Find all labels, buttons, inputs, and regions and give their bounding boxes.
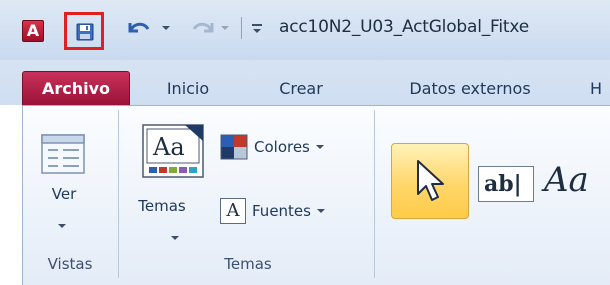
temas-dropdown-icon[interactable]	[171, 236, 179, 240]
select-control-button[interactable]	[391, 143, 469, 219]
save-icon	[76, 23, 94, 41]
redo-icon[interactable]	[190, 17, 218, 41]
fuentes-dropdown-icon	[316, 209, 325, 213]
colors-icon	[220, 134, 248, 160]
fuentes-label: Fuentes	[252, 202, 311, 220]
themes-icon[interactable]: Aa	[141, 123, 207, 179]
qat-separator	[241, 17, 242, 39]
ribbon-tabs: Archivo Inicio Crear Datos externos H	[0, 60, 610, 105]
textbox-control-button[interactable]: ab|	[478, 166, 534, 202]
ver-dropdown-icon[interactable]	[58, 224, 66, 228]
tab-next-truncated[interactable]: H	[590, 74, 610, 104]
view-icon[interactable]	[39, 132, 87, 176]
document-title: acc10N2_U03_ActGlobal_Fitxe	[279, 17, 529, 37]
customize-qat-icon[interactable]	[249, 20, 265, 36]
tab-inicio[interactable]: Inicio	[143, 74, 233, 104]
group-separator	[118, 110, 119, 278]
fonts-icon: A	[220, 198, 246, 224]
tab-crear[interactable]: Crear	[266, 74, 336, 104]
ver-button-label[interactable]: Ver	[44, 185, 84, 203]
themes-icon-text: Aa	[152, 133, 185, 161]
group-separator	[374, 110, 375, 278]
group-label-temas: Temas	[224, 255, 272, 273]
group-label-vistas: Vistas	[47, 255, 93, 273]
temas-button-label[interactable]: Temas	[131, 197, 193, 215]
tab-datos-externos[interactable]: Datos externos	[384, 74, 556, 104]
colores-label: Colores	[254, 138, 310, 156]
save-button[interactable]	[64, 12, 104, 50]
colores-dropdown-icon	[315, 145, 324, 149]
fuentes-button[interactable]: A Fuentes	[220, 196, 325, 226]
access-app-icon[interactable]: A	[22, 20, 44, 42]
tab-archivo[interactable]: Archivo	[22, 71, 130, 105]
colores-button[interactable]: Colores	[220, 132, 324, 162]
undo-icon[interactable]	[124, 17, 152, 41]
pointer-arrow-icon	[417, 160, 444, 201]
redo-dropdown-icon[interactable]	[221, 26, 229, 30]
label-control-button[interactable]: Aa	[544, 160, 589, 200]
title-bar: A acc10N2_U03_ActGlobal_Fitxe	[0, 0, 610, 60]
undo-dropdown-icon[interactable]	[162, 26, 170, 30]
